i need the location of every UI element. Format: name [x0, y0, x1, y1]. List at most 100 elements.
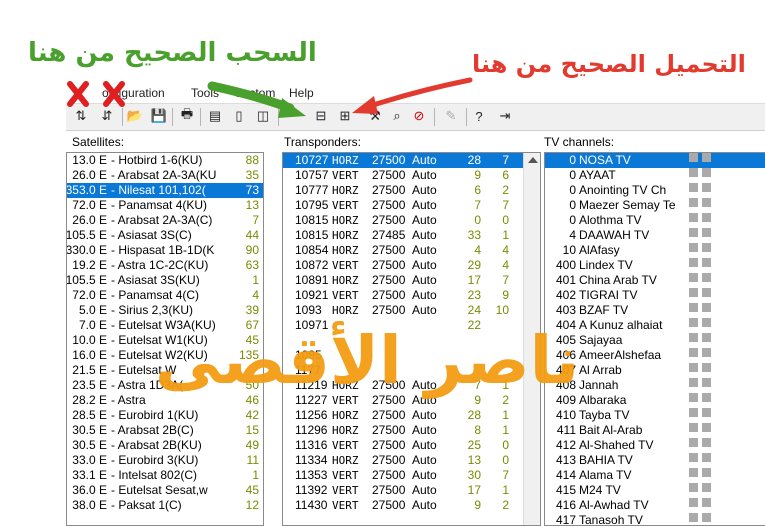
channel-row[interactable]: 4 DAAWAH TV [545, 228, 765, 243]
channel-number: 411 [556, 423, 576, 437]
transponder-row[interactable]: 11256 HORZ 27500 Auto 28 1 [283, 408, 523, 423]
channel-row[interactable]: 416 Al-Awhad TV [545, 498, 765, 513]
satellite-position: 21.5 E [72, 363, 107, 377]
channel-flag-icon [702, 438, 711, 447]
channel-flag-icon [702, 468, 711, 477]
channel-flag-icon [702, 243, 711, 252]
channel-number: 400 [555, 258, 576, 272]
transponder-fec: Auto [412, 423, 437, 437]
satellite-row[interactable]: 105.5 E - Asiasat 3S(KU) 1 [67, 273, 263, 288]
satellite-row[interactable]: 5.0 E - Sirius 2,3(KU) 39 [67, 303, 263, 318]
transponder-tv-count: 25 [467, 438, 481, 452]
channel-row[interactable]: 412 Al-Shahed TV [545, 438, 765, 453]
transponder-row[interactable]: 10891 HORZ 27500 Auto 17 7 [283, 273, 523, 288]
satellite-row[interactable]: 19.2 E - Astra 1C-2C(KU) 63 [67, 258, 263, 273]
channel-name: Albaraka [579, 393, 627, 407]
channel-number: 416 [555, 498, 576, 512]
channel-row[interactable]: 0 Maezer Semay Te [545, 198, 765, 213]
transponder-frequency: 10815 [295, 213, 329, 227]
channel-row[interactable]: 10 AlAfasy [545, 243, 765, 258]
channel-row[interactable]: 417 Tanasoh TV [545, 513, 765, 525]
channel-row[interactable]: 400 Lindex TV [545, 258, 765, 273]
transponder-row[interactable]: 11316 VERT 27500 Auto 25 0 [283, 438, 523, 453]
channel-flag-icon [689, 153, 698, 162]
satellite-count: 63 [245, 258, 259, 272]
transponder-fec: Auto [412, 288, 437, 302]
satellite-position: 33.0 E [72, 453, 107, 467]
satellite-count: 42 [245, 408, 259, 422]
channel-row[interactable]: 0 Anointing TV Ch [545, 183, 765, 198]
satellite-name: - Asiasat 3S(KU) [111, 273, 200, 287]
channel-row[interactable]: 410 Tayba TV [545, 408, 765, 423]
transponder-row[interactable]: 11334 HORZ 27500 Auto 13 0 [283, 453, 523, 468]
channel-number: 0 [569, 153, 576, 167]
transponder-fec: Auto [412, 228, 437, 242]
satellite-row[interactable]: 33.0 E - Eurobird 3(KU) 11 [67, 453, 263, 468]
channel-flag-icon [702, 408, 711, 417]
transponder-row[interactable]: 10727 HORZ 27500 Auto 28 7 [283, 153, 523, 168]
satellite-row[interactable]: 105.5 E - Asiasat 3S(C) 44 [67, 228, 263, 243]
satellite-row[interactable]: 26.0 E - Arabsat 2A-3A(C) 7 [67, 213, 263, 228]
transponder-row[interactable]: 11430 VERT 27500 Auto 9 2 [283, 498, 523, 513]
channel-flag-icon [689, 228, 698, 237]
satellite-row[interactable]: 72.0 E - Panamsat 4(C) 4 [67, 288, 263, 303]
channel-name: Sajayaa [579, 333, 623, 347]
channel-row[interactable]: 0 NOSA TV [545, 153, 765, 168]
satellite-position: 28.5 E [72, 408, 107, 422]
channel-row[interactable]: 0 AYAAT [545, 168, 765, 183]
channel-row[interactable]: 414 Alama TV [545, 468, 765, 483]
transponder-tv-count: 17 [467, 273, 481, 287]
satellite-position: 26.0 E [72, 168, 107, 182]
channel-row[interactable]: 401 China Arab TV [545, 273, 765, 288]
transponder-row[interactable]: 10757 VERT 27500 Auto 9 6 [283, 168, 523, 183]
transponder-row[interactable]: 10815 HORZ 27485 Auto 33 1 [283, 228, 523, 243]
transponder-row[interactable]: 10854 HORZ 27500 Auto 4 4 [283, 243, 523, 258]
transponder-radio-count: 10 [495, 303, 509, 317]
satellite-row[interactable]: 13.0 E - Hotbird 1-6(KU) 88 [67, 153, 263, 168]
transponder-polarization: HORZ [332, 304, 359, 317]
channel-row[interactable]: 402 TIGRAI TV [545, 288, 765, 303]
channel-flag-icon [689, 408, 698, 417]
satellite-count: 1 [252, 273, 259, 287]
transponder-row[interactable]: 10795 VERT 27500 Auto 7 7 [283, 198, 523, 213]
satellite-row[interactable]: 353.0 E - Nilesat 101,102(73 [67, 183, 263, 198]
transponder-tv-count: 33 [467, 228, 481, 242]
transponder-frequency: 10891 [295, 273, 329, 287]
satellite-row[interactable]: 30.5 E - Arabsat 2B(KU) 49 [67, 438, 263, 453]
channel-flag-icon [702, 198, 711, 207]
transponder-row[interactable]: 11353 VERT 27500 Auto 30 7 [283, 468, 523, 483]
transponder-radio-count: 2 [502, 498, 509, 512]
transponder-radio-count: 1 [502, 408, 509, 422]
satellite-row[interactable]: 28.5 E - Eurobird 1(KU) 42 [67, 408, 263, 423]
transponder-tv-count: 28 [467, 153, 481, 167]
scroll-up-icon[interactable] [528, 157, 538, 163]
satellite-row[interactable]: 30.5 E - Arabsat 2B(C) 15 [67, 423, 263, 438]
transponder-row[interactable]: 11296 HORZ 27500 Auto 8 1 [283, 423, 523, 438]
channel-flag-icon [689, 423, 698, 432]
transponder-row[interactable]: 11392 VERT 27500 Auto 17 1 [283, 483, 523, 498]
transponder-fec: Auto [412, 258, 437, 272]
transponder-symbol-rate: 27500 [372, 438, 406, 452]
satellite-row[interactable]: 36.0 E - Eutelsat Sesat,w 45 [67, 483, 263, 498]
satellite-name: - Hispasat 1B-1D(K [111, 243, 215, 257]
transponder-row[interactable]: 1093 HORZ 27500 Auto 24 10 [283, 303, 523, 318]
transponder-row[interactable]: 10815 HORZ 27500 Auto 0 0 [283, 213, 523, 228]
channel-row[interactable]: 403 BZAF TV [545, 303, 765, 318]
channel-number: 402 [555, 288, 576, 302]
channel-row[interactable]: 0 Alothma TV [545, 213, 765, 228]
satellite-row[interactable]: 72.0 E - Panamsat 4(KU) 13 [67, 198, 263, 213]
transponder-row[interactable]: 10777 HORZ 27500 Auto 6 2 [283, 183, 523, 198]
transponder-row[interactable]: 10921 VERT 27500 Auto 23 9 [283, 288, 523, 303]
satellite-row[interactable]: 26.0 E - Arabsat 2A-3A(KU 35 [67, 168, 263, 183]
channel-row[interactable]: 411 Bait Al-Arab [545, 423, 765, 438]
satellite-position: 30.5 E [72, 438, 107, 452]
satellite-row[interactable]: 38.0 E - Paksat 1(C) 12 [67, 498, 263, 513]
channel-flag-icon [689, 183, 698, 192]
satellite-name: - Eutelsat Sesat,w [111, 483, 208, 497]
channel-row[interactable]: 415 M24 TV [545, 483, 765, 498]
channel-flag-icon [689, 198, 698, 207]
transponder-row[interactable]: 10872 VERT 27500 Auto 29 4 [283, 258, 523, 273]
satellite-row[interactable]: 33.1 E - Intelsat 802(C) 1 [67, 468, 263, 483]
channel-row[interactable]: 413 BAHIA TV [545, 453, 765, 468]
satellite-row[interactable]: 330.0 E - Hispasat 1B-1D(K 90 [67, 243, 263, 258]
